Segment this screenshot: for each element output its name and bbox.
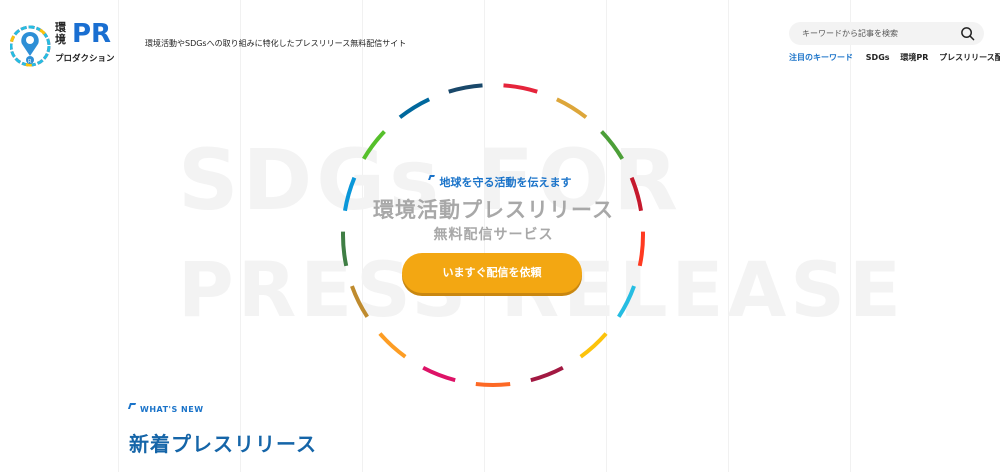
ring-segment bbox=[350, 285, 369, 318]
keyword-link-press-release[interactable]: プレスリリース配信 bbox=[939, 53, 1000, 62]
ring-segment bbox=[600, 130, 624, 160]
request-distribution-button[interactable]: いますぐ配信を依頼 bbox=[402, 253, 582, 293]
featured-keywords: 注目のキーワード SDGs 環境PR プレスリリース配信 bbox=[789, 52, 1000, 63]
ring-segment bbox=[422, 365, 456, 383]
keyword-link-kankyo-pr[interactable]: 環境PR bbox=[900, 53, 928, 62]
whats-new-title: 新着プレスリリース bbox=[129, 432, 317, 456]
slash-mark-icon bbox=[127, 403, 137, 409]
page: SDGs FOR PRESS RELEASE R 環境 PR プロダクション 環… bbox=[0, 0, 1000, 472]
hero-title-sub: 無料配信サービス bbox=[433, 227, 554, 243]
logo-text-top: 環境 bbox=[55, 21, 66, 46]
ring-segment bbox=[530, 365, 564, 383]
site-logo[interactable]: R 環境 PR プロダクション bbox=[9, 18, 132, 78]
ring-segment bbox=[555, 97, 588, 119]
logo-mark-icon: R bbox=[9, 25, 51, 67]
search-input[interactable]: キーワードから記事を検索 bbox=[802, 28, 898, 39]
site-tagline: 環境活動やSDGsへの取り組みに特化したプレスリリース無料配信サイト bbox=[145, 39, 407, 48]
logo-text-bottom: プロダクション bbox=[55, 54, 115, 64]
ring-segment bbox=[398, 97, 431, 119]
svg-text:R: R bbox=[28, 59, 32, 65]
search-icon[interactable] bbox=[960, 26, 975, 41]
hero-subtitle: 地球を守る活動を伝えます bbox=[439, 176, 572, 189]
ring-segment bbox=[378, 332, 407, 359]
ring-segment bbox=[579, 332, 608, 359]
logo-text-pr: PR bbox=[72, 19, 112, 49]
keyword-link-sdgs[interactable]: SDGs bbox=[866, 53, 890, 62]
hero-title: 環境活動プレスリリース bbox=[373, 198, 614, 222]
search-bar[interactable]: キーワードから記事を検索 bbox=[789, 22, 984, 45]
ring-segment bbox=[448, 83, 483, 94]
hero-subtitle-row: 地球を守る活動を伝えます bbox=[0, 174, 1000, 190]
ring-segment bbox=[475, 382, 511, 387]
whats-new-label: WHAT'S NEW bbox=[140, 405, 204, 414]
featured-keywords-label: 注目のキーワード bbox=[789, 53, 853, 62]
ring-segment bbox=[362, 130, 386, 160]
slash-mark-icon bbox=[427, 175, 435, 180]
ring-segment bbox=[503, 83, 538, 94]
ring-segment bbox=[617, 285, 636, 318]
